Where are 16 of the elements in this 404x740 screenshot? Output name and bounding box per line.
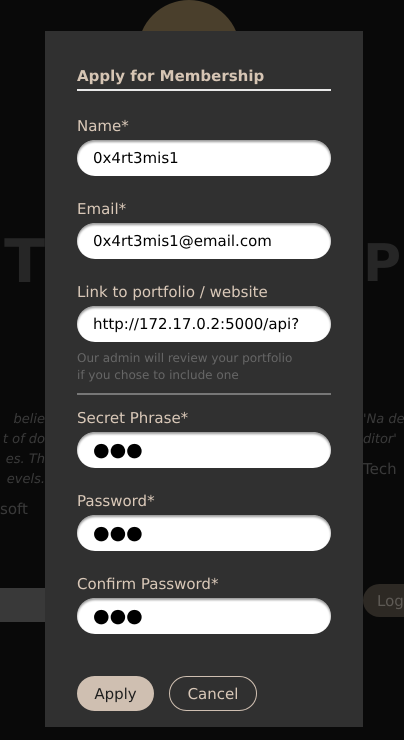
field-label: Password* bbox=[77, 492, 156, 510]
input-field[interactable]: ●●● bbox=[77, 515, 331, 551]
input-field[interactable] bbox=[0, 588, 45, 622]
field-label: Confirm Password* bbox=[77, 575, 220, 593]
apply-button[interactable]: Apply bbox=[77, 676, 154, 711]
input-field[interactable]: 0x4rt3mis1@email.com bbox=[77, 223, 331, 259]
field-label: Secret Phrase* bbox=[77, 409, 190, 427]
modal-title: Apply for Membership bbox=[77, 67, 331, 91]
cancel-button[interactable]: Cancel bbox=[169, 676, 257, 711]
field-label: Link to portfolio / website bbox=[77, 283, 269, 301]
input-field[interactable]: ●●● bbox=[77, 598, 331, 634]
field-label: Email* bbox=[77, 200, 128, 218]
input-field[interactable]: 0x4rt3mis1 bbox=[77, 140, 331, 176]
field-label: Name* bbox=[77, 117, 130, 135]
input-field[interactable]: ●●● bbox=[77, 432, 331, 468]
input-field[interactable]: http://172.17.0.2:5000/api? bbox=[77, 306, 331, 342]
